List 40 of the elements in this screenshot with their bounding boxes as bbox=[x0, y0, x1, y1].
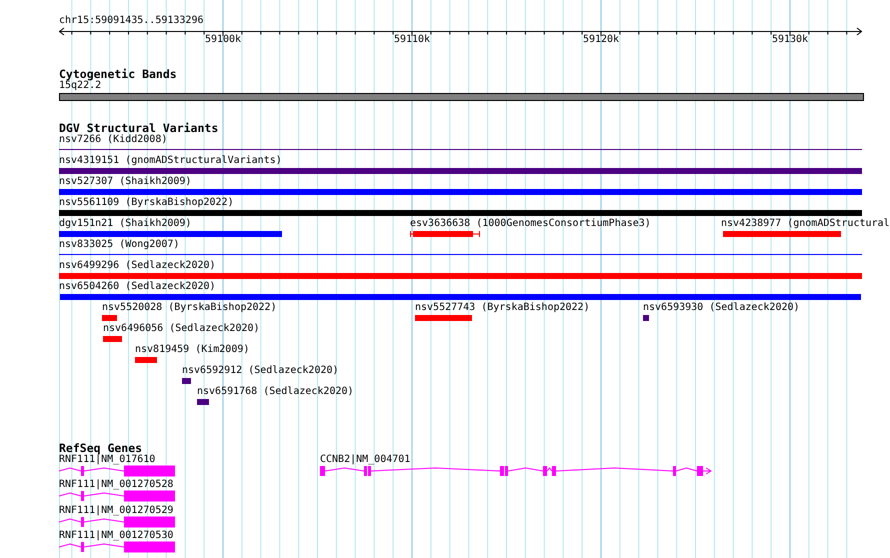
variant-label: esv3636638 (1000GenomesConsortiumPhase3) bbox=[410, 218, 651, 230]
variant-label: nsv527307 (Shaikh2009) bbox=[59, 176, 192, 188]
gene-model[interactable] bbox=[320, 465, 712, 477]
variant-label: nsv6591768 (Sedlazeck2020) bbox=[197, 386, 354, 398]
variant-label: nsv4238977 (gnomADStructural bbox=[721, 218, 890, 230]
band-label: 15q22.2 bbox=[59, 80, 102, 92]
variant-label: nsv7266 (Kidd2008) bbox=[59, 134, 168, 146]
track-title[interactable]: RefSeq Genes bbox=[59, 441, 142, 455]
variant-label: nsv4319151 (gnomADStructuralVariants) bbox=[59, 155, 282, 167]
tick-label: 59130k bbox=[770, 34, 810, 46]
gene-label: RNF111|NM_001270529 bbox=[59, 505, 174, 517]
variant-label: nsv819459 (Kim2009) bbox=[135, 344, 250, 356]
variant-label: nsv6593930 (Sedlazeck2020) bbox=[643, 302, 800, 314]
tick-label: 59100k bbox=[204, 34, 242, 46]
variant-line[interactable] bbox=[59, 254, 862, 255]
gene-model[interactable] bbox=[59, 516, 176, 528]
track-title[interactable]: Cytogenetic Bands bbox=[59, 67, 177, 81]
gene-label: RNF111|NM_017610 bbox=[59, 454, 156, 466]
cytoband-bar[interactable] bbox=[59, 93, 864, 101]
variant-label: nsv5520028 (ByrskaBishop2022) bbox=[102, 302, 277, 314]
gene-model[interactable] bbox=[59, 465, 176, 477]
variant-label: nsv6496056 (Sedlazeck2020) bbox=[103, 323, 260, 335]
gene-label: RNF111|NM_001270530 bbox=[59, 530, 174, 542]
location-label: chr15:59091435..59133296 bbox=[59, 15, 204, 27]
variant-label: nsv6504260 (Sedlazeck2020) bbox=[59, 281, 216, 293]
variant-label: nsv5527743 (ByrskaBishop2022) bbox=[415, 302, 590, 314]
variant-label: nsv5561109 (ByrskaBishop2022) bbox=[59, 197, 234, 209]
gene-label: CCNB2|NM_004701 bbox=[320, 454, 410, 466]
variant-label: nsv6499296 (Sedlazeck2020) bbox=[59, 260, 216, 272]
variant-label: dgv151n21 (Shaikh2009) bbox=[59, 218, 192, 230]
variant-bar[interactable] bbox=[410, 231, 480, 237]
gene-model[interactable] bbox=[59, 541, 176, 553]
gene-label: RNF111|NM_001270528 bbox=[59, 479, 174, 491]
track-title[interactable]: DGV Structural Variants bbox=[59, 121, 218, 135]
gene-model[interactable] bbox=[59, 490, 176, 502]
variant-label: nsv6592912 (Sedlazeck2020) bbox=[182, 365, 339, 377]
tick-label: 59110k bbox=[392, 34, 432, 46]
variant-label: nsv833025 (Wong2007) bbox=[59, 239, 180, 251]
variant-line[interactable] bbox=[59, 149, 862, 150]
tick-label: 59120k bbox=[582, 34, 620, 46]
